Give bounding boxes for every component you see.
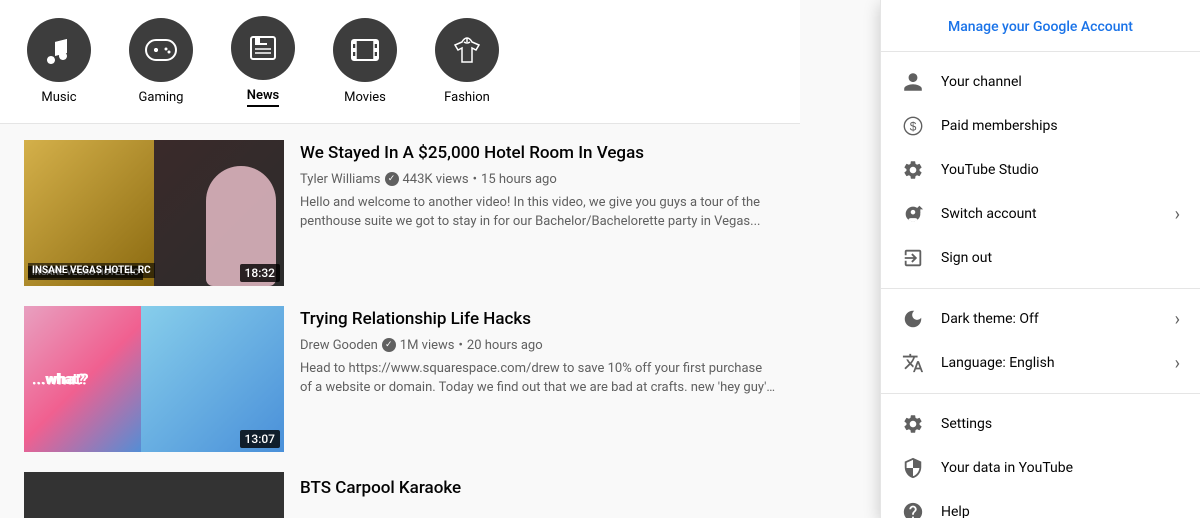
main-content: Music Gaming [0,0,800,518]
thumbnail-overlay-label-2: ...what? [32,370,85,388]
dollar-icon: $ [901,114,925,138]
video-item-2[interactable]: ...what? 13:07 Trying Relationship Life … [24,306,776,452]
video-meta-1: Tyler Williams ✓ 443K views • 15 hours a… [300,172,776,187]
gaming-icon [129,18,193,82]
movies-label: Movies [344,90,386,105]
category-fashion[interactable]: Fashion [432,18,502,105]
category-news[interactable]: News [228,16,298,107]
switch-account-icon [901,202,925,226]
dropdown-item-language[interactable]: Language: English › [881,341,1200,385]
person-icon [901,70,925,94]
video-views-1: 443K views [403,172,469,187]
settings-label: Settings [941,416,1180,432]
music-label: Music [41,90,76,105]
video-info-1: We Stayed In A $25,000 Hotel Room In Veg… [300,140,776,286]
dark-theme-chevron: › [1175,309,1180,330]
dropdown-item-dark-theme[interactable]: Dark theme: Off › [881,297,1200,341]
dropdown-section-misc: Settings Your data in YouTube Help [881,394,1200,518]
fashion-label: Fashion [444,90,490,105]
news-icon [231,16,295,80]
video-thumbnail-2[interactable]: ...what? 13:07 [24,306,284,452]
svg-text:$: $ [910,120,917,134]
verified-icon-1: ✓ [385,172,399,186]
channel-name-2: Drew Gooden [300,338,378,353]
duration-badge-2: 13:07 [240,430,280,448]
video-title-1[interactable]: We Stayed In A $25,000 Hotel Room In Veg… [300,142,776,166]
settings-icon [901,412,925,436]
dropdown-item-help[interactable]: Help [881,490,1200,518]
language-label: Language: English [941,355,1159,371]
video-thumbnail-1[interactable]: INSANE VEGAS HOTEL RC 18:32 [24,140,284,286]
gaming-label: Gaming [139,90,184,105]
your-data-label: Your data in YouTube [941,460,1180,476]
video-title-3[interactable]: BTS Carpool Karaoke [300,474,776,498]
video-list: INSANE VEGAS HOTEL RC 18:32 We Stayed In… [0,124,800,518]
music-icon [27,18,91,82]
paid-memberships-label: Paid memberships [941,118,1180,134]
video-time-2: 20 hours ago [467,338,543,353]
signout-icon [901,246,925,270]
dropdown-item-settings[interactable]: Settings [881,402,1200,446]
dropdown-item-your-channel[interactable]: Your channel [881,60,1200,104]
help-label: Help [941,504,1180,518]
dropdown-item-youtube-studio[interactable]: YouTube Studio [881,148,1200,192]
video-description-2: Head to https://www.squarespace.com/drew… [300,359,776,398]
shield-icon [901,456,925,480]
video-views-2: 1M views [400,338,455,353]
video-title-2[interactable]: Trying Relationship Life Hacks [300,308,776,332]
category-music[interactable]: Music [24,18,94,105]
sign-out-label: Sign out [941,250,1180,266]
dark-theme-label: Dark theme: Off [941,311,1159,327]
language-chevron: › [1175,353,1180,374]
dropdown-item-paid-memberships[interactable]: $ Paid memberships [881,104,1200,148]
video-description-1: Hello and welcome to another video! In t… [300,193,776,232]
dropdown-header: Manage your Google Account [881,0,1200,52]
video-info-3: BTS Carpool Karaoke [300,472,776,518]
gear-icon [901,158,925,182]
fashion-icon [435,18,499,82]
switch-account-label: Switch account [941,206,1159,222]
dropdown-item-switch-account[interactable]: Switch account › [881,192,1200,236]
category-gaming[interactable]: Gaming [126,18,196,105]
dropdown-item-your-data[interactable]: Your data in YouTube [881,446,1200,490]
thumbnail-overlay-label-1: INSANE VEGAS HOTEL RC [28,266,143,280]
movies-icon [333,18,397,82]
dropdown-item-sign-out[interactable]: Sign out [881,236,1200,280]
verified-icon-2: ✓ [382,338,396,352]
dropdown-section-account: Your channel $ Paid memberships [881,52,1200,289]
duration-badge-1: 18:32 [240,264,280,282]
help-icon [901,500,925,518]
video-time-1: 15 hours ago [481,172,557,187]
youtube-studio-label: YouTube Studio [941,162,1180,178]
dropdown-section-preferences: Dark theme: Off › Language: English › [881,289,1200,394]
translate-icon [901,351,925,375]
switch-account-chevron: › [1175,204,1180,225]
categories-row: Music Gaming [0,0,800,124]
video-item-3[interactable]: BTS Carpool Karaoke [24,472,776,518]
video-info-2: Trying Relationship Life Hacks Drew Good… [300,306,776,452]
video-thumbnail-3[interactable] [24,472,284,518]
your-channel-label: Your channel [941,74,1180,90]
dark-theme-icon [901,307,925,331]
channel-name-1: Tyler Williams [300,172,381,187]
category-movies[interactable]: Movies [330,18,400,105]
news-label: News [247,88,279,107]
dropdown-menu: Manage your Google Account Your channel … [880,0,1200,518]
video-meta-2: Drew Gooden ✓ 1M views • 20 hours ago [300,338,776,353]
manage-google-account-link[interactable]: Manage your Google Account [948,19,1133,35]
video-item-1[interactable]: INSANE VEGAS HOTEL RC 18:32 We Stayed In… [24,140,776,286]
